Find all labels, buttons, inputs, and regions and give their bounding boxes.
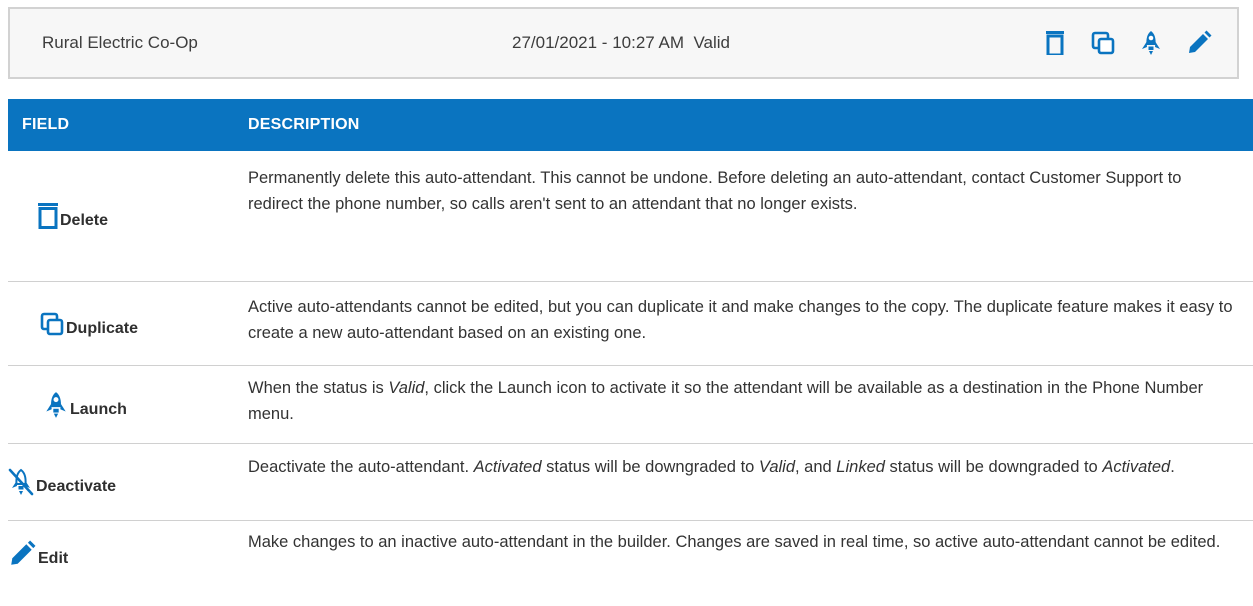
field-cell: Deactivate bbox=[8, 444, 238, 520]
launch-button[interactable] bbox=[1131, 23, 1171, 63]
field-label: Edit bbox=[38, 550, 69, 567]
column-header-field: FIELD bbox=[22, 116, 70, 133]
deactivate-icon bbox=[8, 468, 34, 496]
description-text: Permanently delete this auto-attendant. … bbox=[248, 169, 1182, 213]
description-cell: Make changes to an inactive auto-attenda… bbox=[248, 529, 1241, 555]
field-cell: Delete bbox=[8, 151, 268, 281]
table-header: FIELD DESCRIPTION bbox=[8, 99, 1253, 151]
delete-button[interactable] bbox=[1035, 23, 1075, 63]
table-row-deactivate: Deactivate Deactivate the auto-attendant… bbox=[8, 444, 1253, 521]
emphasis-text: Valid bbox=[388, 379, 425, 397]
edit-button[interactable] bbox=[1179, 23, 1219, 63]
table-row-edit: Edit Make changes to an inactive auto-at… bbox=[8, 521, 1253, 587]
field-cell: Edit bbox=[8, 521, 238, 587]
description-cell: Deactivate the auto-attendant. Activated… bbox=[248, 454, 1241, 480]
launch-icon bbox=[1142, 31, 1160, 55]
description-cell: Permanently delete this auto-attendant. … bbox=[248, 165, 1241, 217]
field-cell: Launch bbox=[8, 366, 274, 443]
description-cell: When the status is Valid, click the Laun… bbox=[248, 375, 1241, 427]
attendant-actions bbox=[1027, 9, 1219, 77]
emphasis-text: Valid bbox=[758, 458, 795, 476]
field-label: Delete bbox=[60, 212, 109, 229]
duplicate-button[interactable] bbox=[1083, 23, 1123, 63]
actions-table: FIELD DESCRIPTION Delete Permanently del… bbox=[8, 99, 1253, 587]
description-text: When the status is bbox=[248, 379, 389, 397]
emphasis-text: Activated bbox=[1102, 458, 1171, 476]
table-row-duplicate: Duplicate Active auto-attendants cannot … bbox=[8, 282, 1253, 366]
attendant-row: Rural Electric Co-Op 27/01/2021 - 10:27 … bbox=[8, 7, 1239, 79]
duplicate-icon bbox=[40, 312, 64, 336]
description-text: status will be downgraded to bbox=[541, 458, 759, 476]
emphasis-text: Linked bbox=[836, 458, 885, 476]
description-text: Make changes to an inactive auto-attenda… bbox=[248, 533, 1221, 551]
duplicate-icon bbox=[1091, 31, 1115, 55]
delete-icon bbox=[38, 203, 58, 229]
edit-icon bbox=[8, 540, 36, 568]
description-cell: Active auto-attendants cannot be edited,… bbox=[248, 294, 1241, 346]
edit-icon bbox=[1189, 30, 1212, 53]
column-header-description: DESCRIPTION bbox=[248, 116, 360, 133]
field-label: Launch bbox=[70, 400, 127, 418]
attendant-name: Rural Electric Co-Op bbox=[42, 33, 198, 52]
field-label: Duplicate bbox=[66, 319, 139, 337]
emphasis-text: Activated bbox=[473, 458, 542, 476]
table-row-delete: Delete Permanently delete this auto-atte… bbox=[8, 151, 1253, 282]
description-text: Active auto-attendants cannot be edited,… bbox=[248, 298, 1233, 342]
attendant-datetime-status: 27/01/2021 - 10:27 AM Valid bbox=[512, 33, 731, 52]
launch-icon bbox=[44, 391, 68, 419]
delete-icon bbox=[1046, 31, 1064, 55]
field-cell: Duplicate bbox=[8, 282, 270, 365]
table-row-launch: Launch When the status is Valid, click t… bbox=[8, 366, 1253, 444]
description-text: , and bbox=[795, 458, 837, 476]
field-label: Deactivate bbox=[36, 478, 117, 495]
description-text: Deactivate the auto-attendant. bbox=[248, 458, 474, 476]
description-text: status will be downgraded to bbox=[884, 458, 1103, 476]
description-text: . bbox=[1170, 458, 1175, 476]
